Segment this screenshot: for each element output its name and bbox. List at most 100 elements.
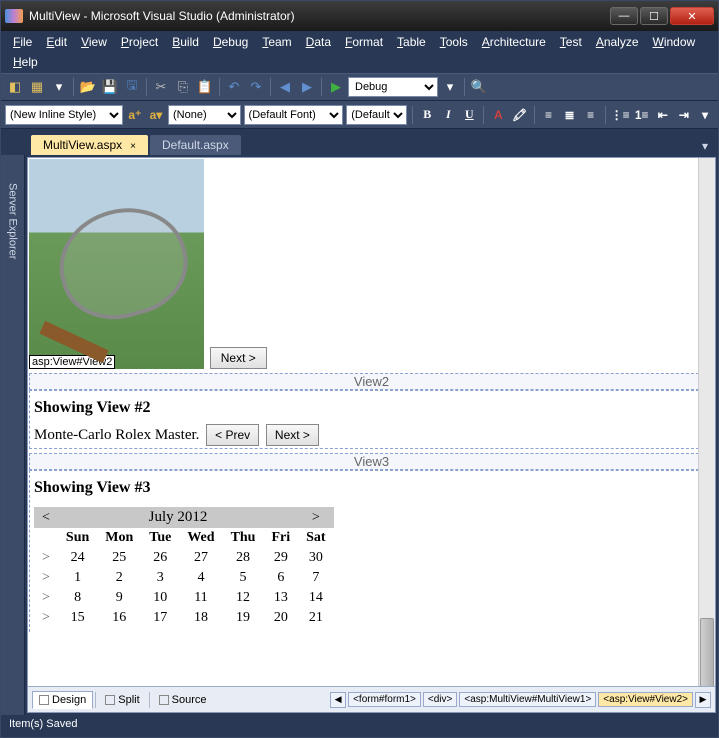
copy-icon[interactable]: ⎘ [173,77,193,97]
cal-day[interactable]: 12 [223,588,264,608]
number-list-icon[interactable]: 1≡ [633,105,651,125]
close-button[interactable]: ✕ [670,7,714,25]
cal-day[interactable]: 18 [179,608,222,628]
nav-fwd-icon[interactable]: ▶ [297,77,317,97]
new-project-icon[interactable]: ◧ [5,77,25,97]
cal-week-selector[interactable]: > [34,588,58,608]
menu-format[interactable]: Format [339,33,389,51]
menu-analyze[interactable]: Analyze [590,33,645,51]
cal-day[interactable]: 15 [58,608,97,628]
redo-icon[interactable]: ↷ [246,77,266,97]
cal-day[interactable]: 14 [298,588,333,608]
menu-build[interactable]: Build [166,33,205,51]
menu-table[interactable]: Table [391,33,432,51]
open-icon[interactable]: 📂 [78,77,98,97]
cal-day[interactable]: 28 [223,548,264,568]
save-icon[interactable]: 💾 [100,77,120,97]
breadcrumb-item[interactable]: <asp:MultiView#MultiView1> [459,692,596,707]
calendar[interactable]: < July 2012 > SunMonTueWedThuFriSat >242… [34,507,334,628]
cal-day[interactable]: 24 [58,548,97,568]
paste-icon[interactable]: 📋 [195,77,215,97]
cal-week-selector[interactable]: > [34,548,58,568]
bullet-list-icon[interactable]: ⋮≡ [611,105,630,125]
cal-day[interactable]: 4 [179,568,222,588]
start-debug-icon[interactable]: ▶ [326,77,346,97]
cal-day[interactable]: 1 [58,568,97,588]
size-combo[interactable]: (Default [346,105,407,125]
find-icon[interactable]: 🔍 [469,77,489,97]
cal-day[interactable]: 10 [141,588,179,608]
add-item-icon[interactable]: ▦ [27,77,47,97]
minimize-button[interactable]: — [610,7,638,25]
cal-week-selector[interactable]: > [34,608,58,628]
config-combo[interactable]: Debug [348,77,438,97]
style-options-icon[interactable]: a▾ [147,105,165,125]
vertical-scrollbar[interactable] [698,158,715,686]
cal-day[interactable]: 27 [179,548,222,568]
nav-back-icon[interactable]: ◀ [275,77,295,97]
next-button-view2[interactable]: Next > [266,424,319,446]
dropdown-icon[interactable]: ▾ [49,77,69,97]
dropdown2-icon[interactable]: ▾ [440,77,460,97]
bc-prev-icon[interactable]: ◀ [330,692,346,708]
cal-day[interactable]: 9 [97,588,141,608]
menu-test[interactable]: Test [554,33,588,51]
menu-edit[interactable]: Edit [40,33,73,51]
cal-day[interactable]: 20 [263,608,298,628]
cal-day[interactable]: 8 [58,588,97,608]
bold-button[interactable]: B [418,105,436,125]
align-center-icon[interactable]: ≣ [561,105,579,125]
server-explorer-tab[interactable]: Server Explorer [5,175,21,267]
cal-day[interactable]: 3 [141,568,179,588]
align-right-icon[interactable]: ≡ [582,105,600,125]
menu-file[interactable]: File [7,33,38,51]
prev-button[interactable]: < Prev [206,424,259,446]
cal-day[interactable]: 13 [263,588,298,608]
cal-prev[interactable]: < [34,507,58,528]
underline-button[interactable]: U [460,105,478,125]
menu-team[interactable]: Team [256,33,297,51]
doc-tab[interactable]: MultiView.aspx× [31,135,148,155]
menu-data[interactable]: Data [300,33,337,51]
cal-day[interactable]: 19 [223,608,264,628]
breadcrumb-item[interactable]: <form#form1> [348,692,421,707]
doc-tab[interactable]: Default.aspx [150,135,241,155]
view-tab-split[interactable]: Split [98,691,146,709]
menu-tools[interactable]: Tools [434,33,474,51]
cal-next[interactable]: > [298,507,333,528]
scrollbar-thumb[interactable] [700,618,714,686]
view-tab-design[interactable]: Design [32,691,93,709]
cal-day[interactable]: 2 [97,568,141,588]
bc-next-icon[interactable]: ▶ [695,692,711,708]
cal-day[interactable]: 25 [97,548,141,568]
rule-combo[interactable]: (None) [168,105,241,125]
cal-day[interactable]: 29 [263,548,298,568]
menu-help[interactable]: Help [7,53,44,71]
menu-project[interactable]: Project [115,33,164,51]
breadcrumb-item[interactable]: <div> [423,692,457,707]
cut-icon[interactable]: ✂ [151,77,171,97]
menu-debug[interactable]: Debug [207,33,254,51]
align-left-icon[interactable]: ≡ [539,105,557,125]
outdent-icon[interactable]: ⇤ [654,105,672,125]
style-apply-icon[interactable]: a⁺ [126,105,144,125]
tab-overflow-icon[interactable]: ▾ [696,137,714,155]
undo-icon[interactable]: ↶ [224,77,244,97]
cal-day[interactable]: 7 [298,568,333,588]
backcolor-button[interactable]: 🖍 [510,105,528,125]
designer-body[interactable]: asp:View#View2 Next > View2 Showing View… [28,158,715,686]
breadcrumb-item[interactable]: <asp:View#View2> [598,692,693,707]
format-options-icon[interactable]: ▾ [696,105,714,125]
cal-day[interactable]: 11 [179,588,222,608]
maximize-button[interactable]: ☐ [640,7,668,25]
italic-button[interactable]: I [439,105,457,125]
cal-day[interactable]: 16 [97,608,141,628]
save-all-icon[interactable]: 🖫 [122,77,142,97]
forecolor-button[interactable]: A [489,105,507,125]
cal-day[interactable]: 17 [141,608,179,628]
font-combo[interactable]: (Default Font) [244,105,344,125]
style-combo[interactable]: (New Inline Style) [5,105,123,125]
menu-architecture[interactable]: Architecture [476,33,552,51]
indent-icon[interactable]: ⇥ [675,105,693,125]
menu-view[interactable]: View [75,33,113,51]
